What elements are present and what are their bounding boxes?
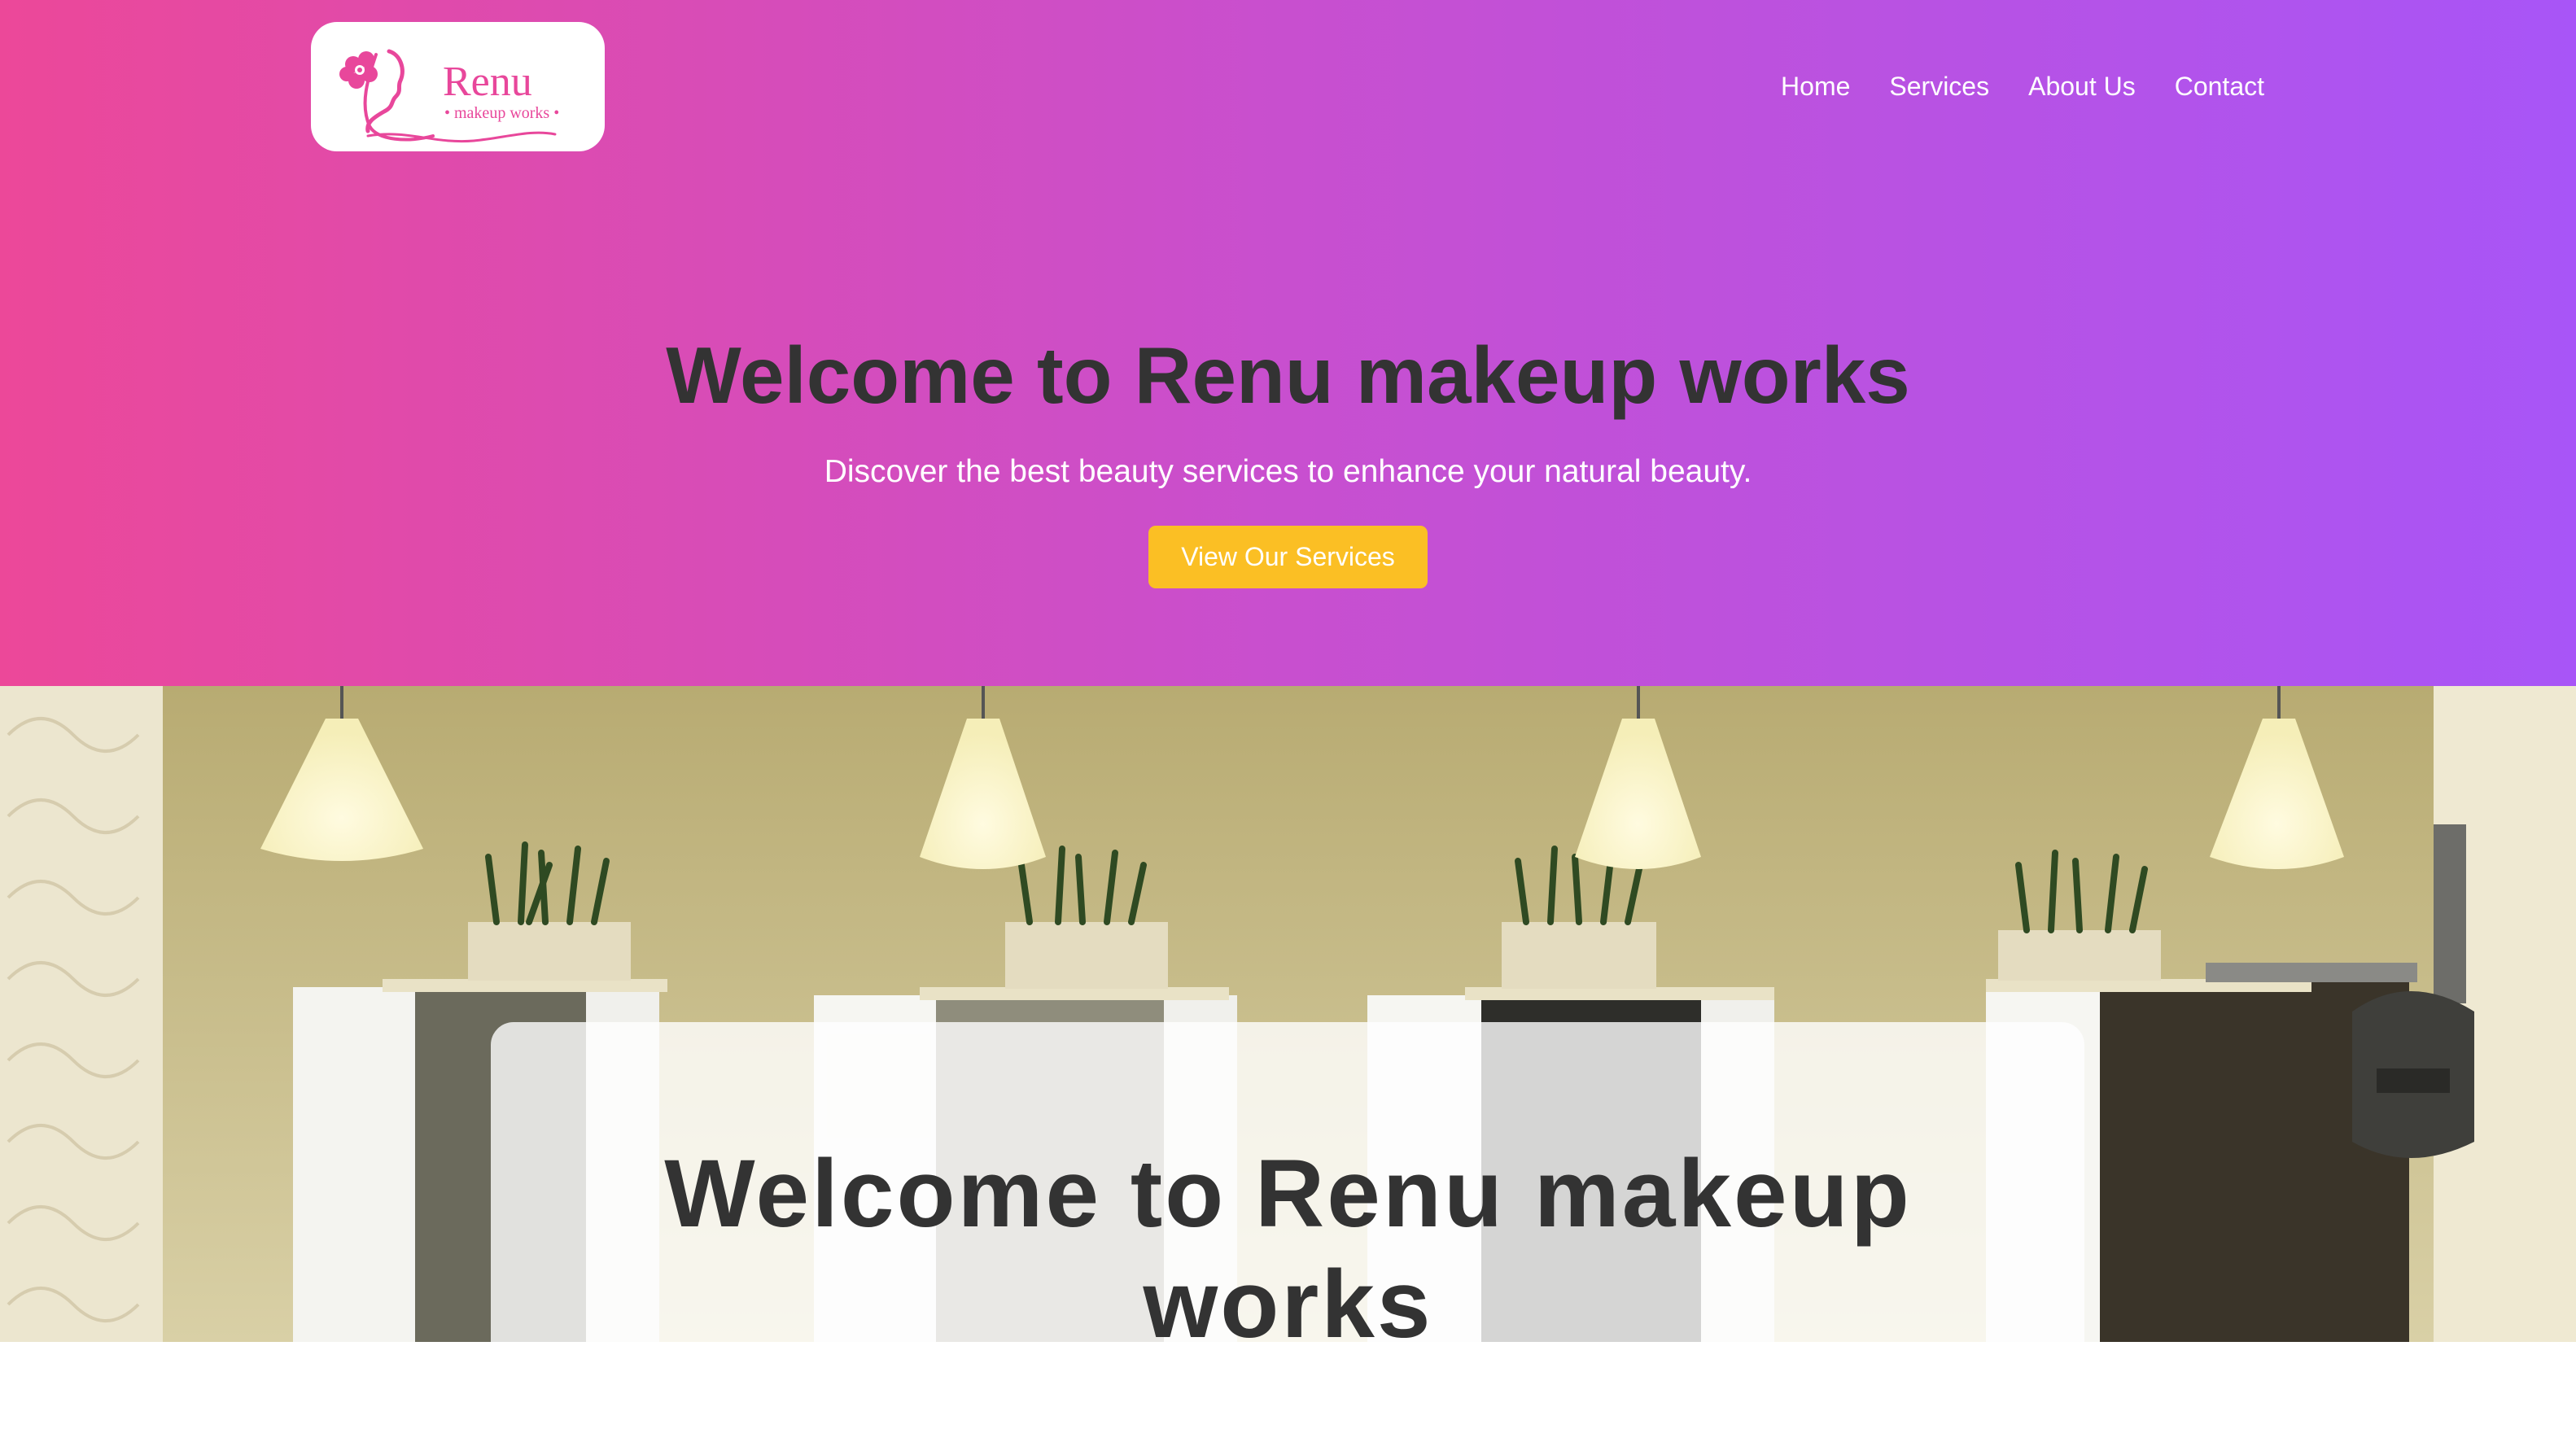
nav-home-link[interactable]: Home — [1781, 72, 1850, 102]
hero-title: Welcome to Renu makeup works — [666, 330, 1910, 420]
brand-logo[interactable]: Renu • makeup works • — [311, 22, 605, 151]
nav-services-link[interactable]: Services — [1889, 72, 1989, 102]
view-services-button[interactable]: View Our Services — [1148, 526, 1428, 588]
nav-about-link[interactable]: About Us — [2028, 72, 2136, 102]
woman-face-flower-icon: Renu • makeup works • — [339, 49, 559, 143]
welcome-card-title: Welcome to Renu makeup works — [664, 1140, 1912, 1358]
main-nav: Home Services About Us Contact — [1742, 72, 2264, 102]
svg-text:• makeup works •: • makeup works • — [444, 104, 559, 122]
svg-text:Renu: Renu — [443, 59, 532, 105]
hero-subtitle: Discover the best beauty services to enh… — [824, 454, 1752, 489]
hero-section: Renu • makeup works • Home Services Abou… — [0, 0, 2576, 686]
nav-contact-link[interactable]: Contact — [2175, 72, 2264, 102]
